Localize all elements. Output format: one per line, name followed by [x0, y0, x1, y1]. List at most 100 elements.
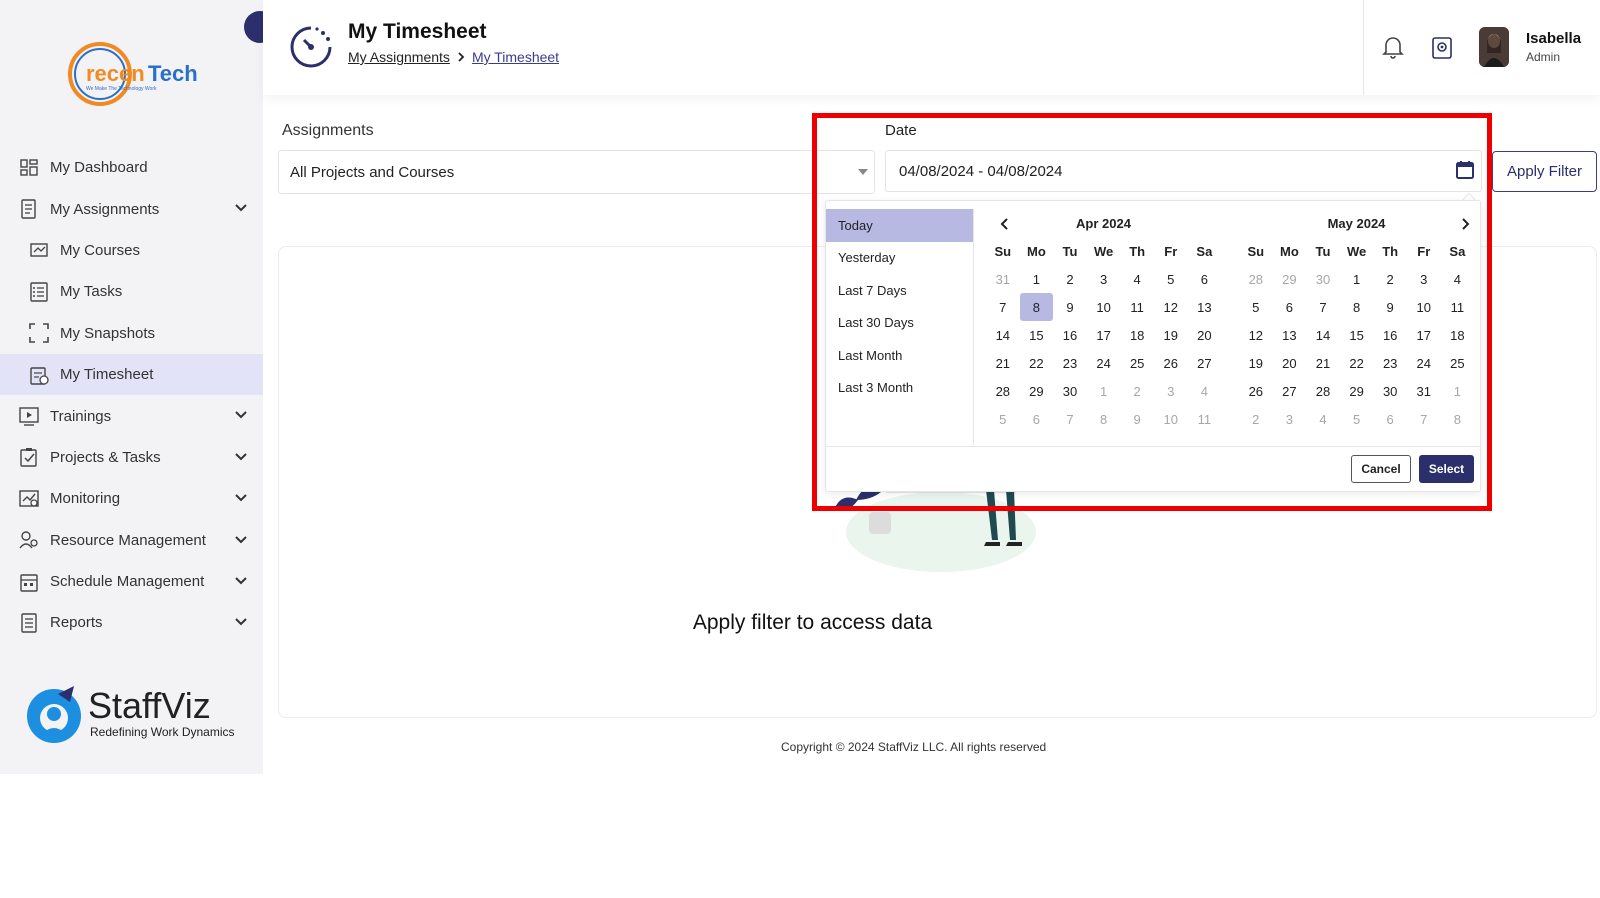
calendar-day[interactable]: 30 [1053, 377, 1087, 405]
calendar-day[interactable]: 7 [1407, 405, 1441, 433]
range-option-last-30-days[interactable]: Last 30 Days [826, 307, 973, 340]
select-button[interactable]: Select [1419, 455, 1474, 483]
calendar-day[interactable]: 17 [1407, 321, 1441, 349]
recentech-logo[interactable]: recen Tech We Make The Technology Work [66, 38, 200, 110]
sidebar-item-my-dashboard[interactable]: My Dashboard [0, 147, 263, 188]
breadcrumb-my-assignments[interactable]: My Assignments [348, 49, 450, 65]
range-option-yesterday[interactable]: Yesterday [826, 242, 973, 275]
calendar-day[interactable]: 18 [1441, 321, 1475, 349]
calendar-day[interactable]: 16 [1373, 321, 1407, 349]
calendar-day[interactable]: 11 [1188, 405, 1222, 433]
calendar-day[interactable]: 11 [1120, 293, 1154, 321]
calendar-day[interactable]: 22 [1340, 349, 1374, 377]
apply-filter-button[interactable]: Apply Filter [1492, 151, 1597, 192]
calendar-day[interactable]: 8 [1441, 405, 1475, 433]
calendar-day[interactable]: 24 [1407, 349, 1441, 377]
calendar-day[interactable]: 9 [1053, 293, 1087, 321]
sidebar-item-my-courses[interactable]: My Courses [0, 230, 263, 271]
chevron-down-icon[interactable] [233, 573, 249, 589]
calendar-day[interactable]: 1 [1340, 265, 1374, 293]
calendar-day[interactable]: 31 [986, 265, 1020, 293]
calendar-day[interactable]: 21 [986, 349, 1020, 377]
calendar-day[interactable]: 24 [1087, 349, 1121, 377]
calendar-day[interactable]: 1 [1087, 377, 1121, 405]
calendar-day[interactable]: 3 [1407, 265, 1441, 293]
calendar-day[interactable]: 14 [1306, 321, 1340, 349]
calendar-day[interactable]: 8 [1087, 405, 1121, 433]
calendar-day[interactable]: 2 [1373, 265, 1407, 293]
calendar-day[interactable]: 14 [986, 321, 1020, 349]
calendar-day[interactable]: 4 [1441, 265, 1475, 293]
chevron-down-icon[interactable] [233, 200, 249, 216]
calendar-day[interactable]: 9 [1120, 405, 1154, 433]
calendar-day[interactable]: 18 [1120, 321, 1154, 349]
calendar-day[interactable]: 3 [1273, 405, 1307, 433]
sidebar-item-my-tasks[interactable]: My Tasks [0, 271, 263, 312]
calendar-day[interactable]: 12 [1239, 321, 1273, 349]
calendar-day[interactable]: 30 [1306, 265, 1340, 293]
calendar-day[interactable]: 29 [1340, 377, 1374, 405]
calendar-day[interactable]: 6 [1373, 405, 1407, 433]
calendar-day[interactable]: 7 [986, 293, 1020, 321]
chevron-down-icon[interactable] [233, 449, 249, 465]
calendar-day[interactable]: 21 [1306, 349, 1340, 377]
calendar-day[interactable]: 17 [1087, 321, 1121, 349]
calendar-day[interactable]: 2 [1053, 265, 1087, 293]
calendar-day[interactable]: 4 [1306, 405, 1340, 433]
calendar-day[interactable]: 11 [1441, 293, 1475, 321]
assignments-select[interactable]: All Projects and Courses [278, 150, 875, 194]
calendar-day[interactable]: 7 [1306, 293, 1340, 321]
calendar-icon[interactable] [1455, 160, 1475, 180]
cancel-button[interactable]: Cancel [1351, 455, 1411, 483]
calendar-day[interactable]: 19 [1154, 321, 1188, 349]
calendar-day[interactable]: 10 [1154, 405, 1188, 433]
calendar-day[interactable]: 15 [1020, 321, 1054, 349]
date-range-input[interactable]: 04/08/2024 - 04/08/2024 [885, 150, 1482, 192]
calendar-day[interactable]: 13 [1188, 293, 1222, 321]
calendar-day-selected[interactable]: 8 [1019, 293, 1054, 321]
calendar-day[interactable]: 5 [1340, 405, 1374, 433]
chevron-down-icon[interactable] [233, 490, 249, 506]
prev-month-icon[interactable] [998, 217, 1012, 231]
calendar-day[interactable]: 10 [1407, 293, 1441, 321]
range-option-last-7-days[interactable]: Last 7 Days [826, 274, 973, 307]
sidebar-item-projects-tasks[interactable]: Projects & Tasks [0, 437, 263, 478]
calendar-day[interactable]: 3 [1154, 377, 1188, 405]
calendar-day[interactable]: 8 [1340, 293, 1374, 321]
calendar-day[interactable]: 28 [1239, 265, 1273, 293]
range-option-today[interactable]: Today [826, 209, 973, 242]
calendar-day[interactable]: 27 [1188, 349, 1222, 377]
calendar-day[interactable]: 20 [1273, 349, 1307, 377]
sidebar-item-monitoring[interactable]: Monitoring [0, 478, 263, 519]
calendar-day[interactable]: 23 [1373, 349, 1407, 377]
sidebar-item-trainings[interactable]: Trainings [0, 395, 263, 436]
calendar-day[interactable]: 6 [1188, 265, 1222, 293]
calendar-day[interactable]: 9 [1373, 293, 1407, 321]
calendar-day[interactable]: 19 [1239, 349, 1273, 377]
calendar-day[interactable]: 10 [1087, 293, 1121, 321]
calendar-day[interactable]: 3 [1087, 265, 1121, 293]
calendar-day[interactable]: 20 [1188, 321, 1222, 349]
sidebar-item-my-snapshots[interactable]: My Snapshots [0, 313, 263, 354]
calendar-day[interactable]: 28 [1306, 377, 1340, 405]
calendar-day[interactable]: 2 [1120, 377, 1154, 405]
chevron-down-icon[interactable] [233, 407, 249, 423]
calendar-day[interactable]: 27 [1273, 377, 1307, 405]
calendar-day[interactable]: 1 [1441, 377, 1475, 405]
calendar-day[interactable]: 2 [1239, 405, 1273, 433]
calendar-day[interactable]: 6 [1273, 293, 1307, 321]
calendar-day[interactable]: 25 [1120, 349, 1154, 377]
calendar-day[interactable]: 1 [1020, 265, 1054, 293]
calendar-day[interactable]: 29 [1273, 265, 1307, 293]
calendar-day[interactable]: 25 [1441, 349, 1475, 377]
calendar-day[interactable]: 31 [1407, 377, 1441, 405]
calendar-day[interactable]: 22 [1020, 349, 1054, 377]
breadcrumb-my-timesheet[interactable]: My Timesheet [472, 49, 559, 65]
calendar-day[interactable]: 6 [1020, 405, 1054, 433]
sidebar-item-schedule-management[interactable]: Schedule Management [0, 561, 263, 602]
next-month-icon[interactable] [1458, 217, 1472, 231]
range-option-last-3-month[interactable]: Last 3 Month [826, 372, 973, 405]
calendar-day[interactable]: 30 [1373, 377, 1407, 405]
calendar-day[interactable]: 5 [986, 405, 1020, 433]
calendar-day[interactable]: 4 [1120, 265, 1154, 293]
